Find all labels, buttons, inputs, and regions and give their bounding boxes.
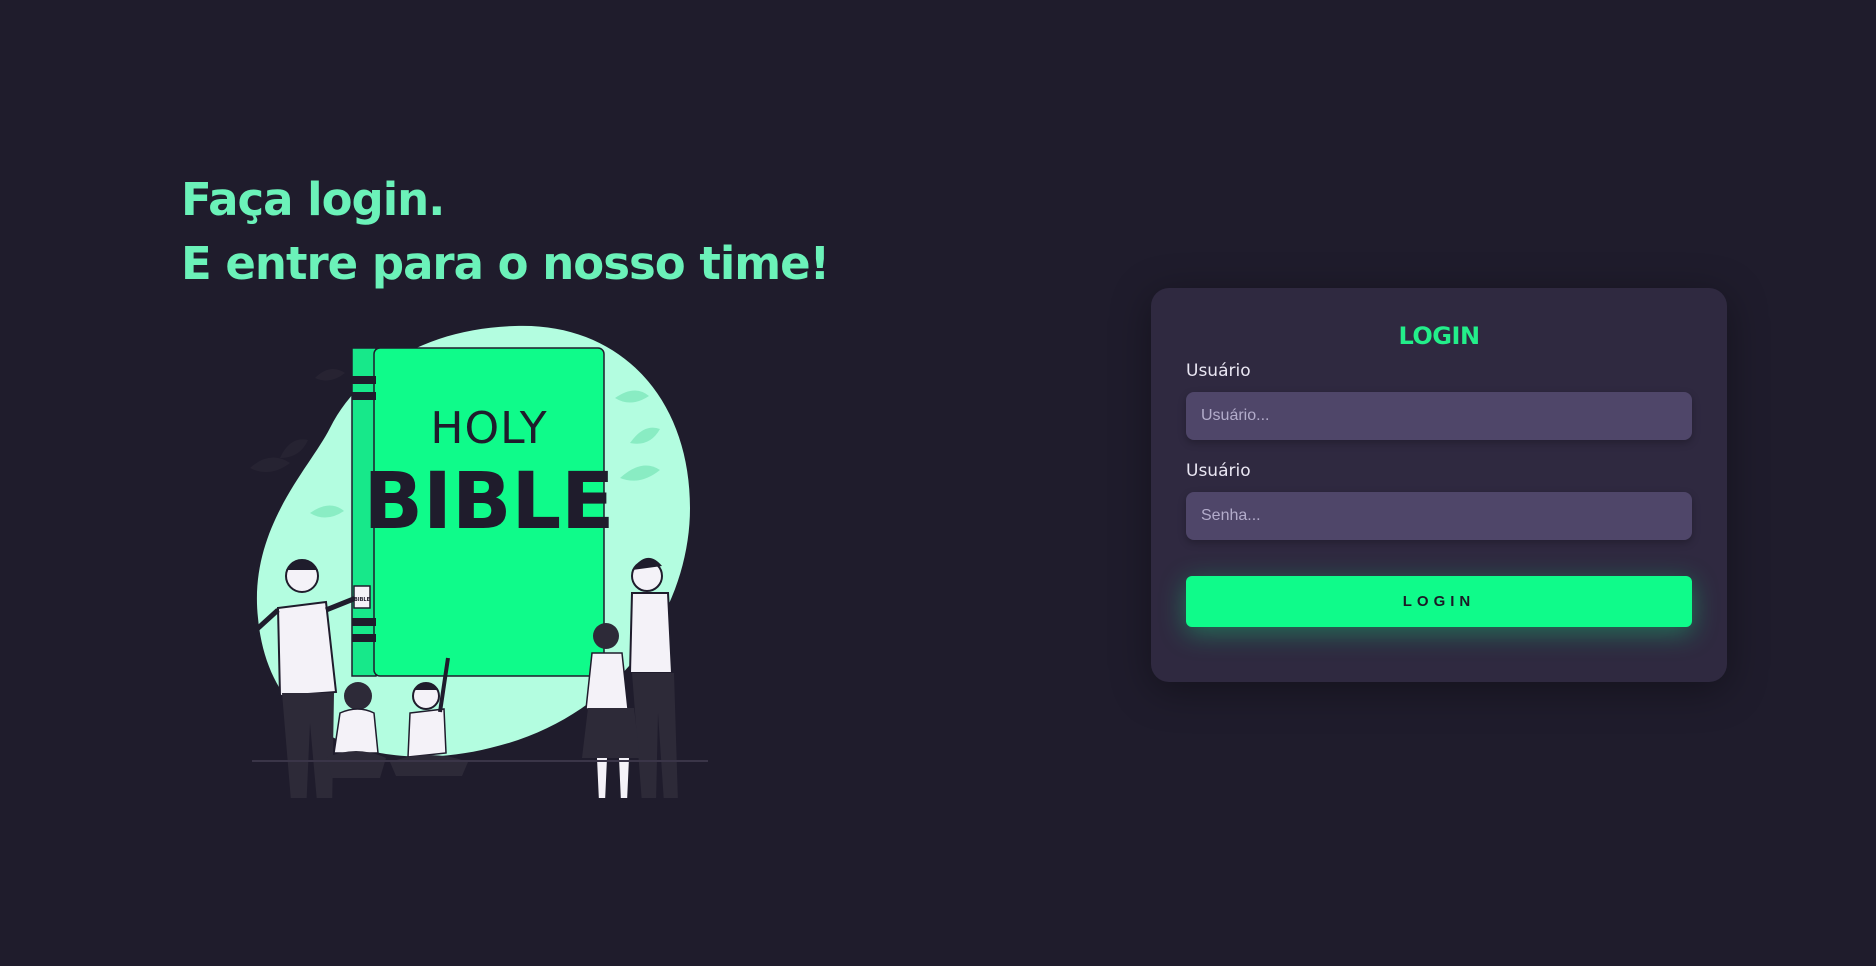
login-page: Faça login. E entre para o nosso time! H… [0,0,1876,966]
hero-line-1: Faça login. [181,173,445,226]
login-card-title: LOGIN [1398,322,1480,350]
holy-bible-book: HOLY BIBLE [351,347,615,677]
login-card: LOGIN Usuário Usuário LOGIN [1151,288,1727,682]
username-label: Usuário [1186,361,1251,381]
book-title-bottom: BIBLE [364,457,615,547]
bible-family-illustration: HOLY BIBLE BIBLE [250,325,708,798]
hero-headline: Faça login. E entre para o nosso time! [181,168,830,296]
book-title-top: HOLY [430,403,547,454]
username-input[interactable] [1186,392,1692,440]
password-label: Usuário [1186,461,1251,481]
login-button[interactable]: LOGIN [1186,576,1692,627]
small-book-label: BIBLE [354,597,371,603]
hero-line-2: E entre para o nosso time! [181,237,830,290]
password-input[interactable] [1186,492,1692,540]
